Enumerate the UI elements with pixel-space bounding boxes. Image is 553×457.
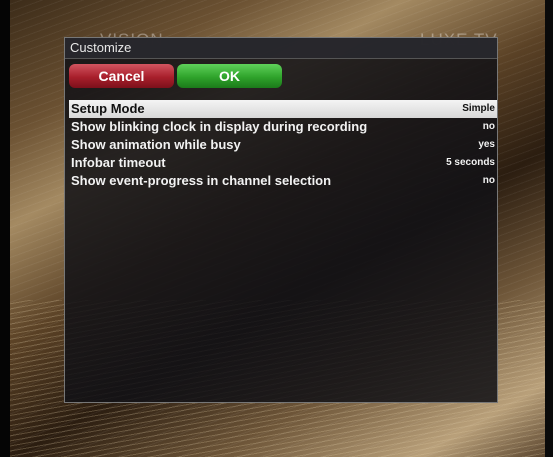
cancel-button[interactable]: Cancel	[69, 64, 174, 88]
setting-label: Show blinking clock in display during re…	[71, 119, 368, 134]
settings-list: Setup Mode Simple Show blinking clock in…	[69, 100, 497, 190]
setting-value: no	[482, 121, 495, 132]
setting-label: Show animation while busy	[71, 137, 241, 152]
setting-row-infobar-timeout[interactable]: Infobar timeout 5 seconds	[69, 154, 497, 172]
setting-row-animation-busy[interactable]: Show animation while busy yes	[69, 136, 497, 154]
ok-button[interactable]: OK	[177, 64, 282, 88]
setting-row-setup-mode[interactable]: Setup Mode Simple	[69, 100, 497, 118]
frame-right	[545, 0, 553, 457]
setting-label: Show event-progress in channel selection	[71, 173, 332, 188]
setting-row-event-progress[interactable]: Show event-progress in channel selection…	[69, 172, 497, 190]
button-bar: Cancel OK	[65, 59, 497, 90]
customize-dialog: Customize Cancel OK Setup Mode Simple Sh…	[64, 37, 498, 403]
setting-value: yes	[478, 139, 495, 150]
setting-row-blinking-clock[interactable]: Show blinking clock in display during re…	[69, 118, 497, 136]
setting-value: 5 seconds	[446, 157, 495, 168]
dialog-title: Customize	[65, 38, 497, 59]
setting-label: Setup Mode	[71, 101, 145, 116]
setting-value: Simple	[462, 103, 495, 114]
frame-left	[0, 0, 10, 457]
setting-value: no	[482, 175, 495, 186]
setting-label: Infobar timeout	[71, 155, 166, 170]
